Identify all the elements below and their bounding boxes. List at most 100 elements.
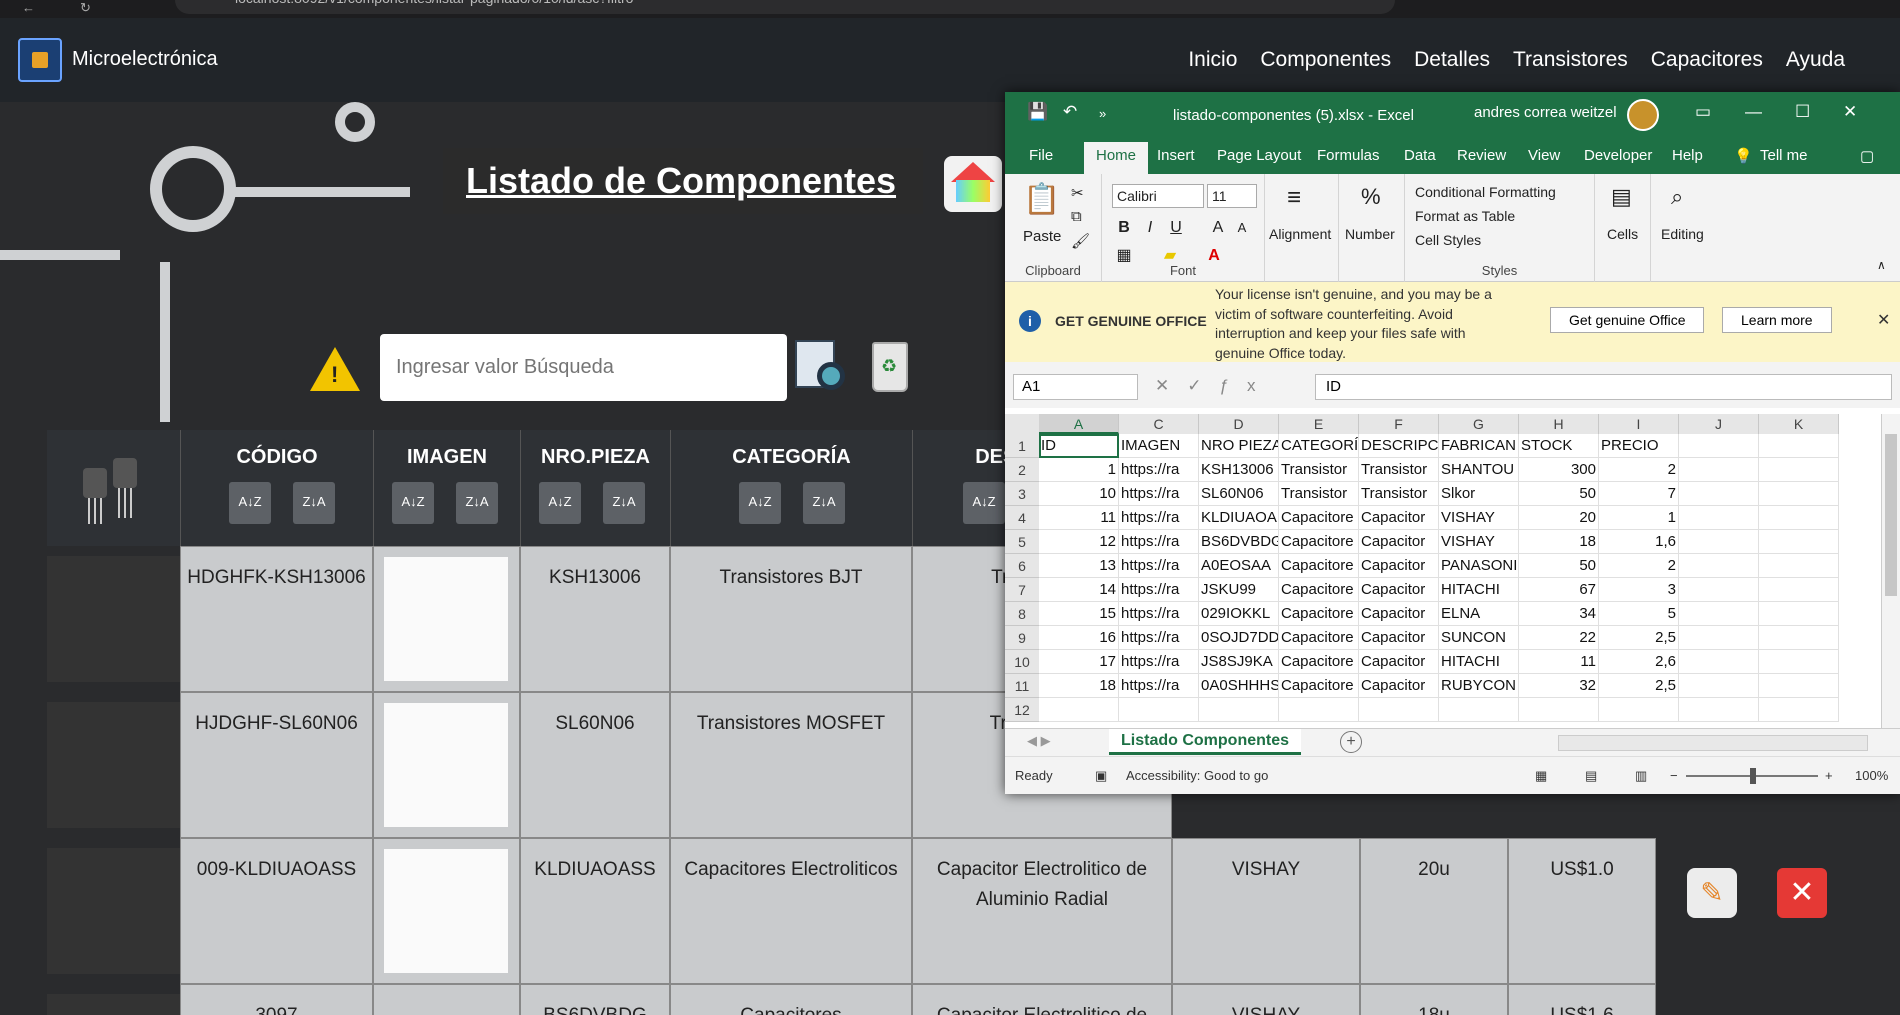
sheet-cell[interactable]: 2,6: [1599, 650, 1679, 674]
select-all-corner[interactable]: [1005, 414, 1039, 434]
nav-link-componentes[interactable]: Componentes: [1260, 48, 1391, 72]
sheet-cell[interactable]: 5: [1599, 602, 1679, 626]
learn-more-button[interactable]: Learn more: [1722, 307, 1832, 333]
sheet-cell[interactable]: [1759, 578, 1839, 602]
sheet-cell[interactable]: 10: [1039, 482, 1119, 506]
sheet-cell[interactable]: [1039, 698, 1119, 722]
column-header[interactable]: G: [1439, 414, 1519, 434]
italic-button[interactable]: I: [1138, 216, 1162, 240]
sheet-cell[interactable]: JS8SJ9KA: [1199, 650, 1279, 674]
sort-desc-button[interactable]: Z↓A: [803, 482, 845, 524]
minimize-icon[interactable]: —: [1745, 102, 1762, 122]
delete-button[interactable]: ✕: [1777, 868, 1827, 918]
name-box[interactable]: A1: [1013, 374, 1138, 400]
sort-asc-button[interactable]: A↓Z: [739, 482, 781, 524]
zoom-in-icon[interactable]: +: [1825, 768, 1833, 783]
sheet-cell[interactable]: 16: [1039, 626, 1119, 650]
sort-asc-button[interactable]: A↓Z: [963, 482, 1005, 524]
sheet-cell[interactable]: [1599, 698, 1679, 722]
sheet-cell[interactable]: 0A0SHHHS: [1199, 674, 1279, 698]
copy-icon[interactable]: ⧉: [1071, 208, 1082, 225]
sheet-cell[interactable]: SUNCON: [1439, 626, 1519, 650]
column-header[interactable]: K: [1759, 414, 1839, 434]
sheet-cell[interactable]: Transistor: [1279, 458, 1359, 482]
sheet-cell[interactable]: https://ra: [1119, 506, 1199, 530]
zoom-slider[interactable]: [1686, 768, 1818, 784]
sort-asc-button[interactable]: A↓Z: [229, 482, 271, 524]
normal-view-icon[interactable]: ▦: [1535, 768, 1547, 784]
sheet-cell[interactable]: [1759, 698, 1839, 722]
horizontal-scrollbar[interactable]: [1558, 735, 1868, 751]
nav-link-ayuda[interactable]: Ayuda: [1786, 48, 1845, 72]
sheet-cell[interactable]: Capacitore: [1279, 650, 1359, 674]
sheet-cell[interactable]: PRECIO: [1599, 434, 1679, 458]
ribbon-display-icon[interactable]: ▭: [1695, 102, 1711, 122]
sheet-cell[interactable]: JSKU99: [1199, 578, 1279, 602]
sheet-cell[interactable]: [1679, 506, 1759, 530]
row-header[interactable]: 2: [1005, 458, 1039, 482]
nav-link-transistores[interactable]: Transistores: [1513, 48, 1628, 72]
save-icon[interactable]: 💾: [1027, 102, 1048, 122]
row-header[interactable]: 11: [1005, 674, 1039, 698]
sheet-cell[interactable]: [1679, 554, 1759, 578]
tab-help[interactable]: Help: [1672, 147, 1703, 164]
address-bar[interactable]: localhost:8092/v1/componentes/listar-pag…: [175, 0, 1395, 14]
collapse-ribbon-icon[interactable]: ∧: [1877, 258, 1886, 272]
alignment-icon[interactable]: ≡: [1287, 184, 1301, 212]
maximize-icon[interactable]: ☐: [1795, 102, 1810, 122]
sort-desc-button[interactable]: Z↓A: [603, 482, 645, 524]
sheet-cell[interactable]: https://ra: [1119, 578, 1199, 602]
chip-logo-icon[interactable]: [18, 38, 62, 82]
sheet-cell[interactable]: 20: [1519, 506, 1599, 530]
sheet-cell[interactable]: Capacitore: [1279, 554, 1359, 578]
close-icon[interactable]: ✕: [1877, 310, 1890, 330]
column-header[interactable]: I: [1599, 414, 1679, 434]
sheet-cell[interactable]: https://ra: [1119, 674, 1199, 698]
sheet-nav-icon[interactable]: ◀ ▶: [1027, 733, 1051, 749]
home-button[interactable]: [944, 156, 1002, 212]
sort-desc-button[interactable]: Z↓A: [456, 482, 498, 524]
back-icon[interactable]: ←: [22, 0, 35, 15]
sheet-cell[interactable]: SL60N06: [1199, 482, 1279, 506]
row-header[interactable]: 4: [1005, 506, 1039, 530]
conditional-formatting-button[interactable]: Conditional Formatting: [1415, 184, 1556, 200]
sheet-cell[interactable]: 11: [1039, 506, 1119, 530]
sheet-cell[interactable]: [1519, 698, 1599, 722]
sheet-cell[interactable]: 14: [1039, 578, 1119, 602]
sheet-cell[interactable]: NRO PIEZA: [1199, 434, 1279, 458]
spreadsheet-grid[interactable]: A C D E F G H I J K 1 ID IMAGEN NRO PIEZA CATEGORÍ DESC…: [1005, 414, 1880, 728]
sheet-cell[interactable]: Transistor: [1359, 458, 1439, 482]
row-header[interactable]: 8: [1005, 602, 1039, 626]
sheet-cell[interactable]: [1759, 458, 1839, 482]
sheet-cell[interactable]: CATEGORÍ: [1279, 434, 1359, 458]
sheet-cell[interactable]: Slkor: [1439, 482, 1519, 506]
sheet-cell[interactable]: Transistor: [1359, 482, 1439, 506]
format-as-table-button[interactable]: Format as Table: [1415, 208, 1515, 224]
cells-icon[interactable]: ▤: [1611, 184, 1632, 210]
tab-view[interactable]: View: [1528, 147, 1560, 164]
sheet-cell[interactable]: https://ra: [1119, 554, 1199, 578]
sheet-cell[interactable]: HITACHI: [1439, 650, 1519, 674]
sheet-cell[interactable]: Capacitor: [1359, 602, 1439, 626]
underline-button[interactable]: U: [1164, 216, 1188, 240]
tab-developer[interactable]: Developer: [1584, 147, 1652, 164]
sheet-cell[interactable]: 67: [1519, 578, 1599, 602]
formula-input[interactable]: ID: [1315, 374, 1892, 400]
paste-button[interactable]: Paste: [1023, 228, 1061, 245]
sheet-cell[interactable]: [1679, 482, 1759, 506]
sheet-cell[interactable]: 2,5: [1599, 674, 1679, 698]
row-header[interactable]: 1: [1005, 434, 1039, 458]
sheet-cell[interactable]: 3: [1599, 578, 1679, 602]
sheet-cell[interactable]: A0EOSAA: [1199, 554, 1279, 578]
sheet-cell[interactable]: Capacitor: [1359, 674, 1439, 698]
clear-filter-trash-button[interactable]: [872, 342, 908, 392]
sort-asc-button[interactable]: A↓Z: [539, 482, 581, 524]
row-header[interactable]: 5: [1005, 530, 1039, 554]
sheet-cell[interactable]: Capacitor: [1359, 578, 1439, 602]
sheet-cell[interactable]: Capacitore: [1279, 530, 1359, 554]
zoom-out-icon[interactable]: −: [1670, 768, 1678, 783]
sheet-cell[interactable]: [1679, 578, 1759, 602]
undo-icon[interactable]: ↶: [1063, 102, 1077, 122]
sheet-cell[interactable]: Capacitor: [1359, 506, 1439, 530]
sheet-cell[interactable]: [1679, 434, 1759, 458]
